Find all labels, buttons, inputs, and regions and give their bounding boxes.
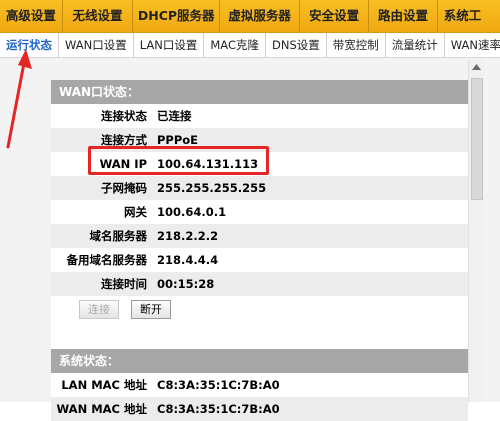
connect-button[interactable]: 连接 [79, 299, 119, 319]
scrollbar[interactable] [468, 60, 484, 402]
menu-security-settings[interactable]: 安全设置 [300, 0, 370, 32]
menu-wireless-settings[interactable]: 无线设置 [63, 0, 134, 32]
menu-advanced-settings[interactable]: 高级设置 [0, 0, 63, 32]
menu-dhcp-server[interactable]: DHCP服务器 [133, 0, 221, 32]
red-arrow-icon [6, 49, 32, 149]
tab-mac-clone[interactable]: MAC克隆 [204, 33, 266, 57]
wan-row-dns: 域名服务器 218.2.2.2 [51, 224, 468, 248]
scroll-thumb[interactable] [471, 78, 483, 200]
row-value: 255.255.255.255 [157, 181, 267, 195]
row-value: 已连接 [157, 109, 192, 123]
menu-routing-settings[interactable]: 路由设置 [369, 0, 438, 32]
wan-row-backup-dns: 备用域名服务器 218.4.4.4 [51, 248, 468, 272]
wan-section-title: WAN口状态： [51, 80, 468, 104]
tab-dns-settings[interactable]: DNS设置 [266, 33, 327, 57]
menu-virtual-server[interactable]: 虚拟服务器 [220, 0, 300, 32]
row-label: LAN MAC 地址 [61, 378, 147, 392]
row-value: C8:3A:35:1C:7B:A0 [157, 378, 280, 392]
scroll-up-icon[interactable] [471, 62, 482, 73]
row-label: 连接时间 [101, 277, 147, 291]
top-menu: 高级设置 无线设置 DHCP服务器 虚拟服务器 安全设置 路由设置 系统工 [0, 0, 500, 33]
row-label: 域名服务器 [89, 229, 148, 243]
tab-bandwidth-control[interactable]: 带宽控制 [327, 33, 386, 57]
row-value: 218.4.4.4 [157, 253, 219, 267]
wan-row-subnet-mask: 子网掩码 255.255.255.255 [51, 176, 468, 200]
wan-row-connection-time: 连接时间 00:15:28 [51, 272, 468, 296]
row-label: WAN MAC 地址 [56, 402, 147, 416]
tab-wan-settings[interactable]: WAN口设置 [59, 33, 134, 57]
row-value: C8:3A:35:1C:7B:A0 [157, 402, 280, 416]
row-label: 备用域名服务器 [66, 253, 148, 267]
row-value: 00:15:28 [157, 277, 215, 291]
sys-row-wan-mac: WAN MAC 地址 C8:3A:35:1C:7B:A0 [51, 397, 468, 421]
row-label: 子网掩码 [101, 181, 147, 195]
tab-wan-rate-control[interactable]: WAN速率控制 [445, 33, 500, 57]
wan-row-connection-status: 连接状态 已连接 [51, 104, 468, 128]
wan-ip-highlight-box [88, 146, 269, 175]
menu-system-tools[interactable]: 系统工 [438, 0, 500, 32]
disconnect-button[interactable]: 断开 [131, 299, 171, 319]
row-value: 100.64.0.1 [157, 205, 227, 219]
sys-row-lan-mac: LAN MAC 地址 C8:3A:35:1C:7B:A0 [51, 373, 468, 397]
tab-traffic-stats[interactable]: 流量统计 [386, 33, 445, 57]
content-area: WAN口状态： 连接状态 已连接 连接方式 PPPoE WAN IP 100.6… [0, 58, 500, 421]
sub-menu: 运行状态 WAN口设置 LAN口设置 MAC克隆 DNS设置 带宽控制 流量统计… [0, 33, 500, 58]
tab-lan-settings[interactable]: LAN口设置 [134, 33, 205, 57]
row-label: 连接状态 [101, 109, 147, 123]
row-value: PPPoE [157, 133, 199, 147]
wan-row-gateway: 网关 100.64.0.1 [51, 200, 468, 224]
row-label: 网关 [124, 205, 147, 219]
wan-buttons: 连接 断开 [51, 296, 468, 322]
row-value: 218.2.2.2 [157, 229, 219, 243]
system-section-title: 系统状态： [51, 349, 468, 373]
status-panel: WAN口状态： 连接状态 已连接 连接方式 PPPoE WAN IP 100.6… [51, 80, 468, 421]
